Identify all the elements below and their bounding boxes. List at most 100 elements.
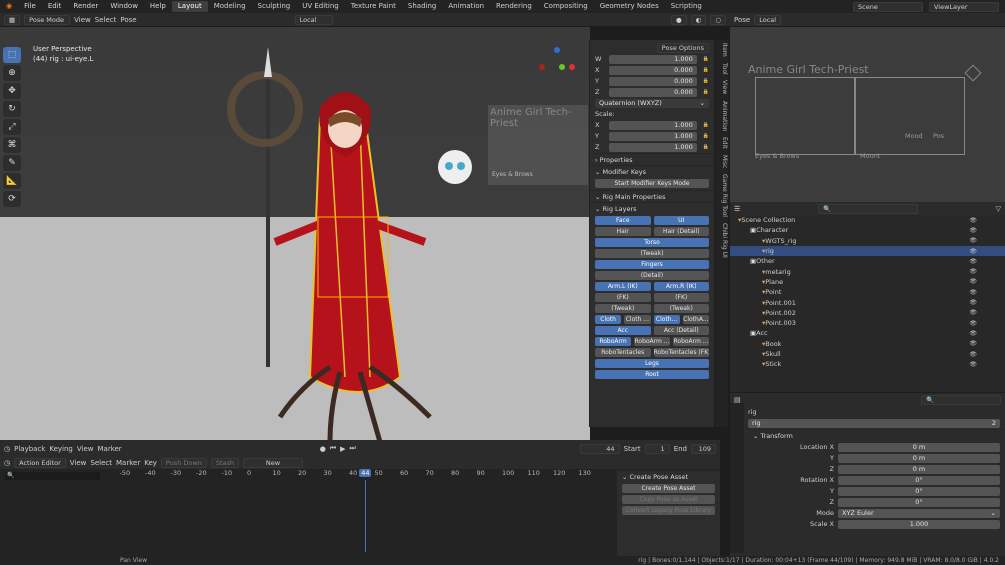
rotation-mode-dropdown[interactable]: Quaternion (WXYZ) ⌄ — [595, 98, 709, 108]
shading-rendered-icon[interactable]: ○ — [710, 14, 726, 25]
layer-button[interactable]: Arm.R (IK) — [653, 282, 709, 291]
mode-dropdown[interactable]: Action Editor — [14, 457, 66, 468]
tab-rendering[interactable]: Rendering — [490, 1, 538, 12]
editor-type-icon[interactable]: ▦ — [4, 14, 21, 25]
timeline-editor-icon[interactable]: ◷ — [4, 445, 10, 453]
object-name[interactable]: rig — [748, 408, 757, 416]
outliner-item[interactable]: ▾ Point.002 👁 — [730, 308, 1005, 318]
lock-icon[interactable]: 🔒 — [703, 78, 709, 84]
outliner-item[interactable]: ▾ metarig 👁 — [730, 266, 1005, 276]
frame-ruler[interactable]: -50 -40 -30 -20 -10 0 10 20 30 40 44 50 60 70 80 90 100 1… — [105, 469, 617, 479]
jump-end-icon[interactable]: ⏭ — [350, 444, 356, 453]
move-icon[interactable]: ✥ — [3, 83, 21, 99]
layer-button[interactable]: Torso — [595, 238, 709, 247]
outliner-item[interactable]: ▾ Plane 👁 — [730, 277, 1005, 287]
menu-view[interactable]: View — [74, 16, 91, 24]
scene-selector[interactable]: Scene — [853, 1, 923, 12]
outliner-item[interactable]: ▾ rig 👁 — [730, 245, 1005, 257]
layer-button[interactable]: Root — [595, 370, 709, 379]
layer-button[interactable]: Acc — [595, 326, 651, 335]
dopesheet-editor-icon[interactable]: ◷ — [4, 459, 10, 467]
layer-button[interactable]: Hair — [595, 227, 651, 236]
eye-icon[interactable]: 👁 — [969, 309, 977, 316]
layer-button[interactable]: (Detail) — [595, 271, 709, 280]
layer-button[interactable]: Legs — [595, 359, 709, 368]
menu-marker-timeline[interactable]: Marker — [97, 445, 121, 453]
measure-icon[interactable]: 📐 — [3, 173, 21, 189]
transform-section[interactable]: ⌄ Transform — [748, 429, 1005, 441]
jump-start-icon[interactable]: ⏮ — [330, 444, 336, 453]
sidebar-tab[interactable]: Edit — [715, 134, 728, 152]
start-modifier-keys-button[interactable]: Start Modifier Keys Mode — [595, 179, 709, 188]
rotation-prop-field[interactable]: 0° — [838, 486, 1000, 496]
end-frame-field[interactable]: 109 — [691, 443, 716, 454]
eye-icon[interactable]: 👁 — [969, 361, 977, 368]
rotation-mode-select[interactable]: XYZ Euler ⌄ — [838, 508, 1000, 518]
tab-geometry-nodes[interactable]: Geometry Nodes — [594, 1, 665, 12]
menu-pose-right[interactable]: Pose — [734, 16, 750, 24]
menu-pose[interactable]: Pose — [120, 16, 136, 24]
eye-icon[interactable]: 👁 — [969, 268, 977, 275]
diamond-control[interactable] — [964, 64, 982, 82]
mode-selector[interactable]: Pose Mode — [24, 14, 71, 25]
outliner-search-input[interactable]: 🔍 — [817, 203, 918, 214]
outliner-item[interactable]: ▾ Stick 👁 — [730, 359, 1005, 369]
lock-icon[interactable]: 🔒 — [703, 133, 709, 139]
transform-icon[interactable]: ⌘ — [3, 137, 21, 153]
sidebar-tab[interactable]: Animation — [715, 98, 728, 135]
cursor-icon[interactable]: ⊕ — [3, 65, 21, 81]
sidebar-tab[interactable]: View — [715, 77, 728, 97]
sidebar-tab[interactable]: Chibi Rig UI — [715, 220, 728, 261]
rig-ui-preview[interactable]: Pose Local Anime Girl Tech-Priest Eyes &… — [730, 13, 1005, 202]
eye-icon[interactable]: 👁 — [969, 248, 977, 255]
filter-icon[interactable]: ▽ — [996, 205, 1001, 213]
outliner-item[interactable]: ▾ Skull 👁 — [730, 349, 1005, 359]
layer-button[interactable]: RoboTentacles (FK) — [653, 348, 709, 357]
location-field[interactable]: 0 m — [838, 464, 1000, 474]
tab-compositing[interactable]: Compositing — [538, 1, 594, 12]
layer-button[interactable]: RoboTentacles — [595, 348, 651, 357]
outliner-item[interactable]: ▾ Point.003 👁 — [730, 318, 1005, 328]
rig-main-section[interactable]: ⌄ Rig Main Properties — [590, 190, 714, 202]
menu-help[interactable]: Help — [144, 0, 172, 13]
menu-marker-action[interactable]: Marker — [116, 459, 140, 467]
eye-icon[interactable]: 👁 — [969, 289, 977, 296]
eye-icon[interactable]: 👁 — [969, 217, 977, 224]
location-field[interactable]: 0 m — [838, 453, 1000, 463]
outliner-item[interactable]: ▾ WGTS_rig 👁 — [730, 236, 1005, 246]
menu-window[interactable]: Window — [104, 0, 144, 13]
sidebar-tab[interactable]: Item — [715, 40, 728, 60]
gizmo-z-icon[interactable] — [554, 47, 560, 53]
layer-button[interactable]: (Tweak) — [595, 249, 709, 258]
tab-animation[interactable]: Animation — [442, 1, 490, 12]
gizmo-neg-x-icon[interactable] — [539, 64, 545, 70]
layer-button[interactable]: RoboArm ... — [634, 337, 670, 346]
tab-texture-paint[interactable]: Texture Paint — [345, 1, 402, 12]
layer-button[interactable]: (Tweak) — [653, 304, 709, 313]
layer-button[interactable]: Cloth — [595, 315, 622, 324]
copy-pose-button[interactable]: Copy Pose as Asset — [622, 495, 715, 504]
layer-button[interactable]: ClothA... — [682, 315, 709, 324]
outliner-item[interactable]: ▾ Book 👁 — [730, 339, 1005, 349]
navigation-gizmo[interactable] — [537, 47, 577, 87]
rotation-prop-field[interactable]: 0° — [838, 475, 1000, 485]
layer-button[interactable]: Hair (Detail) — [653, 227, 709, 236]
rotation-field[interactable]: 0.000 — [609, 65, 697, 75]
eye-icon[interactable]: 👁 — [969, 237, 977, 244]
menu-key-action[interactable]: Key — [144, 459, 157, 467]
layer-button[interactable]: Cloth ... — [624, 315, 651, 324]
new-action-button[interactable]: New — [243, 457, 304, 468]
tab-modeling[interactable]: Modeling — [208, 1, 252, 12]
current-frame-field[interactable]: 44 — [579, 443, 620, 454]
3d-viewport[interactable]: User Perspective (44) rig : ui-eye.L Ani… — [0, 27, 590, 440]
start-frame-field[interactable]: 1 — [644, 443, 670, 454]
tab-shading[interactable]: Shading — [402, 1, 442, 12]
outliner-item[interactable]: ▾ Point.001 👁 — [730, 297, 1005, 307]
lock-icon[interactable]: 🔒 — [703, 122, 709, 128]
create-pose-asset-button[interactable]: Create Pose Asset — [622, 484, 715, 493]
rig-ui-overlay[interactable]: Anime Girl Tech-Priest Eyes & Brows — [488, 105, 588, 185]
data-block-field[interactable]: rig 2 — [748, 418, 1000, 428]
gizmo-x-icon[interactable] — [569, 64, 575, 70]
play-icon[interactable]: ▶ — [340, 445, 345, 453]
eye-icon[interactable]: 👁 — [969, 351, 977, 358]
